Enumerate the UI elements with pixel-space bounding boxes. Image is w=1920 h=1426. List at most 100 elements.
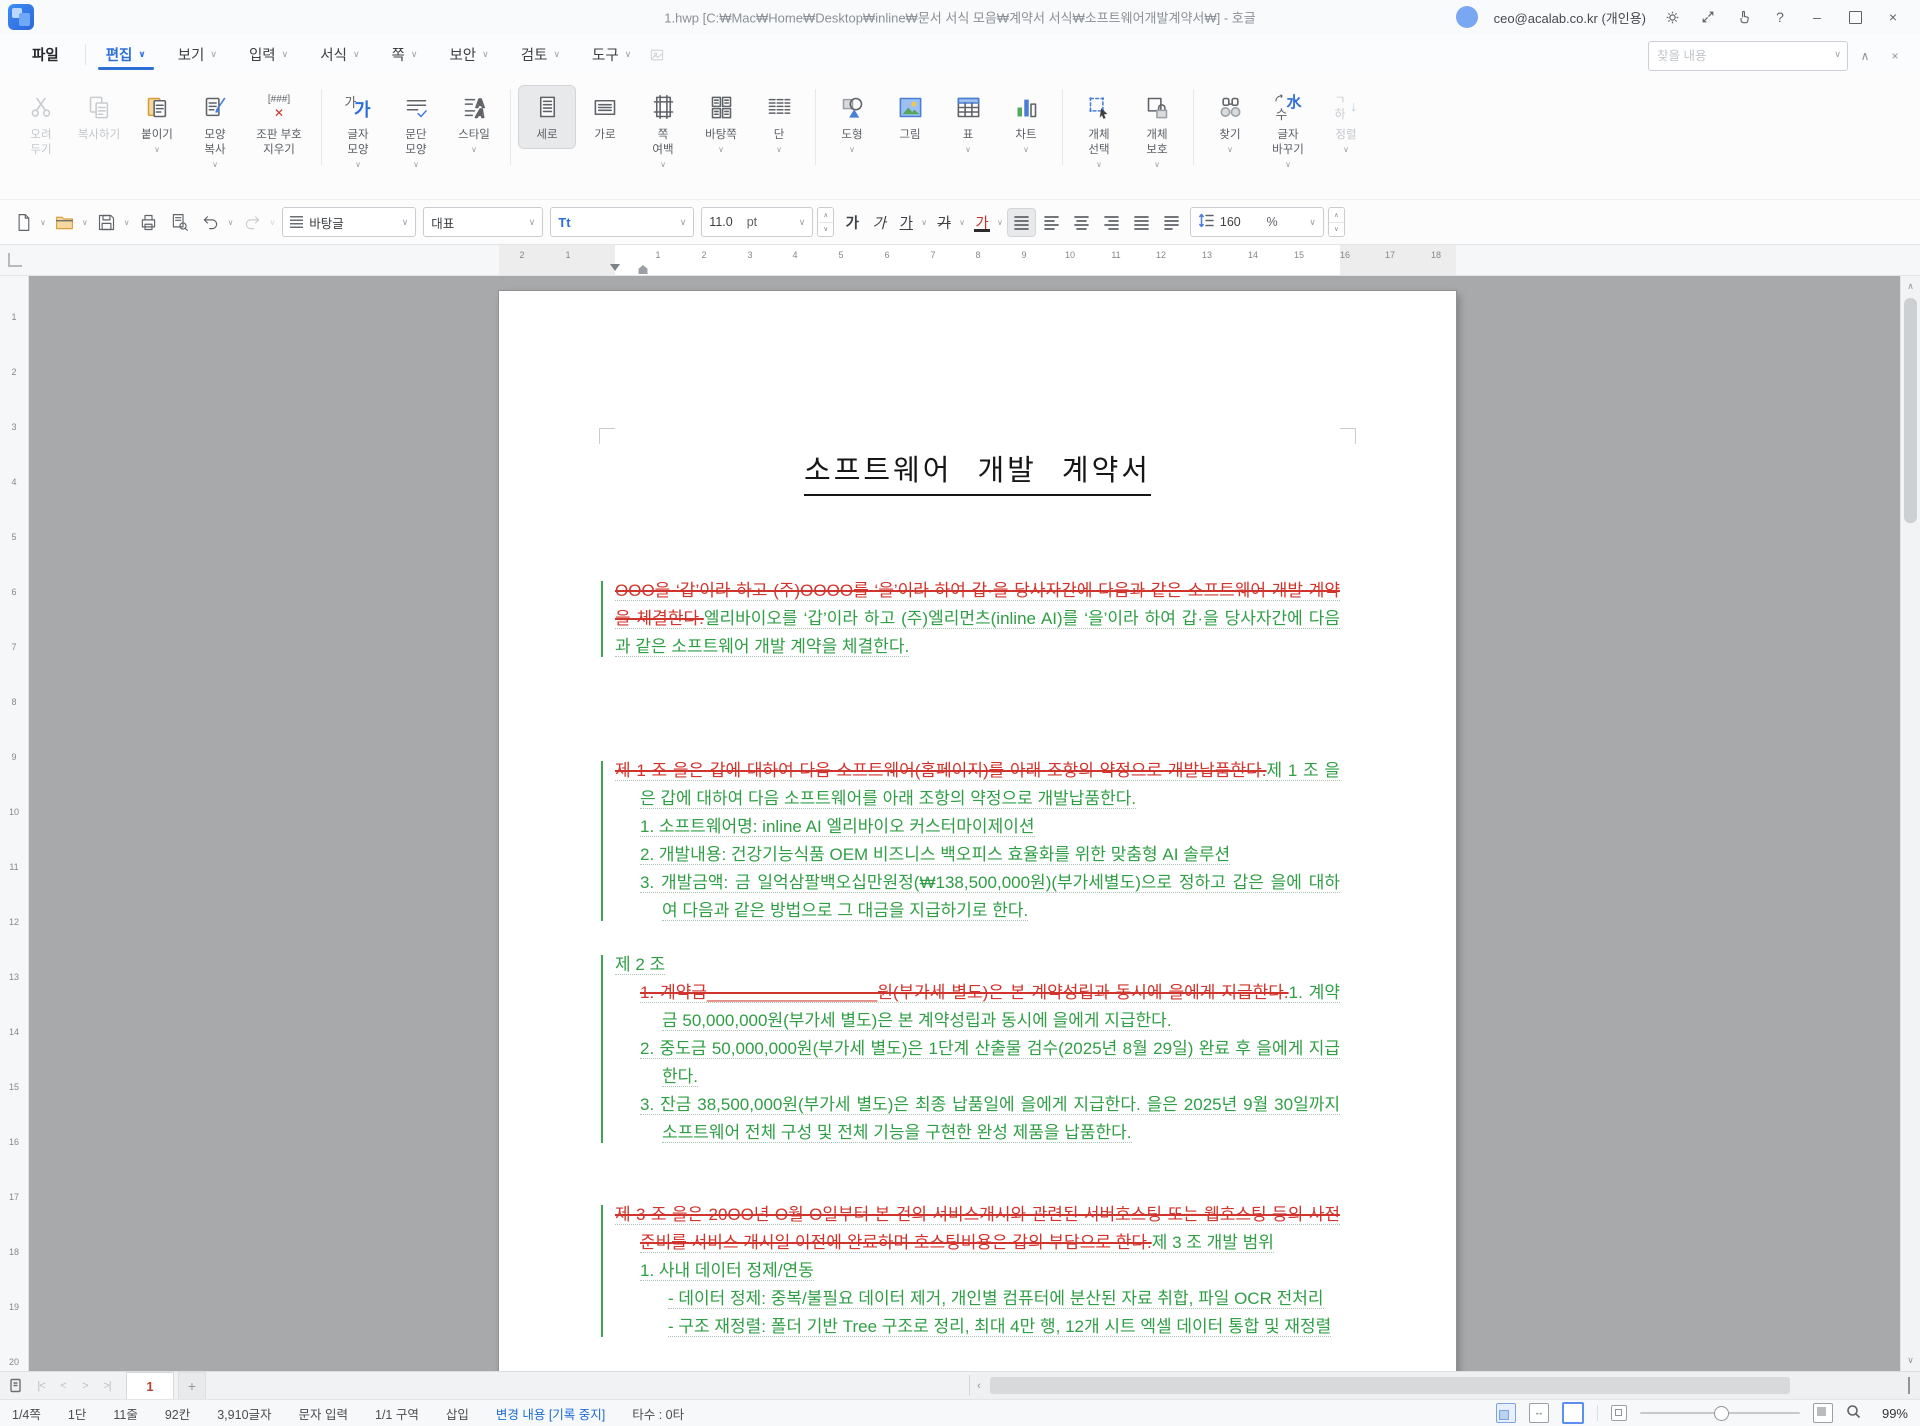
stepper-down-icon[interactable]: ∨ bbox=[1329, 223, 1344, 237]
settings-gear-icon[interactable] bbox=[1662, 7, 1682, 27]
fullscreen-expand-icon[interactable] bbox=[1698, 7, 1718, 27]
prev-page-button[interactable]: < bbox=[52, 1372, 74, 1399]
font-dropdown[interactable]: Tt ∨ bbox=[550, 207, 694, 237]
font-size-stepper[interactable]: ∧ ∨ bbox=[817, 207, 834, 237]
last-page-button[interactable]: >| bbox=[96, 1372, 118, 1399]
list-item[interactable]: - 구조 재정렬: 폴더 기반 Tree 구조로 정리, 최대 4만 행, 12… bbox=[615, 1313, 1340, 1341]
minimize-button[interactable]: – bbox=[1806, 6, 1828, 28]
chevron-down-icon[interactable]: ∨ bbox=[776, 145, 782, 154]
line-spacing-dropdown[interactable]: 160 % ∨ bbox=[1190, 207, 1324, 237]
scroll-up-icon[interactable]: ∧ bbox=[1901, 281, 1920, 292]
menu-tools[interactable]: 도구∨ bbox=[576, 34, 647, 75]
list-item[interactable]: 3. 개발금액: 금 일억삼팔백오십만원정(₩138,500,000원)(부가세… bbox=[615, 869, 1340, 925]
zoom-slider[interactable] bbox=[1640, 1412, 1800, 1414]
account-email[interactable]: ceo@acalab.co.kr (개인용) bbox=[1494, 8, 1646, 27]
help-icon[interactable]: ? bbox=[1770, 7, 1790, 27]
underline-button[interactable]: 가 bbox=[893, 209, 919, 235]
fit-width-button[interactable] bbox=[1529, 1403, 1549, 1423]
next-page-button[interactable]: > bbox=[74, 1372, 96, 1399]
menu-edit[interactable]: 편집∨ bbox=[90, 34, 162, 75]
chevron-down-icon[interactable]: ∨ bbox=[1303, 217, 1316, 228]
paragraph[interactable]: 제 1 조 을은 갑에 대하여 다음 소프트웨어(홈페이지)를 아래 조항의 약… bbox=[615, 757, 1340, 813]
margin-marker-icon[interactable] bbox=[610, 264, 620, 271]
portrait-button[interactable]: 세로 bbox=[518, 85, 576, 149]
style-button[interactable]: AA 스타일 ∨ bbox=[445, 85, 503, 160]
italic-button[interactable]: 가 bbox=[866, 209, 892, 235]
close-button[interactable]: × bbox=[1882, 6, 1904, 28]
shape-button[interactable]: 도형 ∨ bbox=[823, 85, 881, 160]
chevron-down-icon[interactable]: ∨ bbox=[124, 218, 130, 227]
menu-file[interactable]: 파일 bbox=[10, 34, 81, 75]
list-item[interactable]: 1. 계약금__________________원(부가세 별도)은 본 계약성… bbox=[615, 979, 1340, 1035]
menu-security[interactable]: 보안∨ bbox=[433, 34, 504, 75]
page-margin-button[interactable]: 쪽 여백 ∨ bbox=[634, 85, 692, 175]
track-changes-status[interactable]: 변경 내용 [기록 중지] bbox=[496, 1404, 605, 1423]
paste-button[interactable]: 붙이기 ∨ bbox=[128, 85, 186, 160]
chevron-down-icon[interactable]: ∨ bbox=[1096, 160, 1102, 169]
landscape-button[interactable]: 가로 bbox=[576, 85, 634, 149]
list-item[interactable]: 3. 잔금 38,500,000원(부가세 별도)은 최종 납품일에 을에게 지… bbox=[615, 1091, 1340, 1147]
chevron-down-icon[interactable]: ∨ bbox=[413, 160, 419, 169]
font-size-dropdown[interactable]: 11.0 pt ∨ bbox=[701, 207, 813, 237]
chevron-down-icon[interactable]: ∨ bbox=[1154, 160, 1160, 169]
print-button[interactable] bbox=[134, 208, 164, 236]
preset-dropdown[interactable]: 대표 ∨ bbox=[423, 207, 543, 237]
document-title[interactable]: 소프트웨어 개발 계약서 bbox=[804, 451, 1151, 496]
page-tab-1[interactable]: 1 bbox=[126, 1372, 174, 1399]
paragraph[interactable]: 제 3 조 을은 20OO년 O월 O일부터 본 건의 서비스개시와 관련된 서… bbox=[615, 1201, 1340, 1257]
strikethrough-button[interactable]: 가 bbox=[931, 209, 957, 235]
master-page-button[interactable]: 바탕쪽 ∨ bbox=[692, 85, 750, 160]
paragraph-preamble[interactable]: OOO을 ‘갑’이라 하고 (주)OOOO를 ‘을’이라 하여 갑·을 당사자간… bbox=[615, 577, 1340, 661]
list-item[interactable]: 1. 소프트웨어명: inline AI 엘리바이오 커스터마이제이션 bbox=[615, 813, 1340, 841]
chevron-down-icon[interactable]: ∨ bbox=[228, 218, 234, 227]
find-close-button[interactable]: × bbox=[1882, 43, 1908, 69]
scroll-down-icon[interactable]: ∨ bbox=[1901, 1355, 1920, 1366]
document-page[interactable]: 소프트웨어 개발 계약서 OOO을 ‘갑’이라 하고 (주)OOOO를 ‘을’이… bbox=[499, 291, 1456, 1371]
align-divide-button[interactable] bbox=[1157, 208, 1186, 237]
print-preview-button[interactable] bbox=[165, 208, 195, 236]
erase-marks-button[interactable]: [###]✕ 조판 부호 지우기 bbox=[244, 85, 314, 164]
find-button[interactable]: 찾기 ∨ bbox=[1201, 85, 1259, 160]
chevron-down-icon[interactable]: ∨ bbox=[82, 218, 88, 227]
vertical-ruler[interactable]: 1234567891011121314151617181920 bbox=[0, 276, 29, 1371]
zoom-in-button[interactable] bbox=[1813, 1403, 1833, 1423]
columns-button[interactable]: 단 ∨ bbox=[750, 85, 808, 160]
split-view-handle[interactable] bbox=[1908, 1377, 1918, 1394]
object-select-button[interactable]: 개체 선택 ∨ bbox=[1070, 85, 1128, 175]
stepper-up-icon[interactable]: ∧ bbox=[1329, 208, 1344, 223]
chevron-down-icon[interactable]: ∨ bbox=[1227, 145, 1233, 154]
save-button[interactable] bbox=[92, 208, 122, 236]
line-spacing-stepper[interactable]: ∧ ∨ bbox=[1328, 207, 1345, 237]
touch-hand-icon[interactable] bbox=[1734, 7, 1754, 27]
menu-input[interactable]: 입력∨ bbox=[233, 34, 304, 75]
chevron-down-icon[interactable]: ∨ bbox=[1834, 49, 1841, 60]
align-center-button[interactable] bbox=[1067, 208, 1096, 237]
thumbnail-view-icon[interactable] bbox=[0, 1372, 30, 1399]
page-view-button[interactable] bbox=[1496, 1403, 1516, 1423]
magnifier-icon[interactable] bbox=[1846, 1404, 1861, 1422]
para-shape-button[interactable]: 문단 모양 ∨ bbox=[387, 85, 445, 175]
chevron-down-icon[interactable]: ∨ bbox=[965, 145, 971, 154]
align-right-button[interactable] bbox=[1097, 208, 1126, 237]
chevron-down-icon[interactable]: ∨ bbox=[674, 217, 687, 228]
chevron-down-icon[interactable]: ∨ bbox=[40, 218, 46, 227]
zoom-out-button[interactable] bbox=[1611, 1405, 1627, 1421]
horizontal-scrollbar[interactable]: ‹ bbox=[970, 1372, 1920, 1399]
chevron-down-icon[interactable]: ∨ bbox=[959, 218, 965, 227]
stepper-up-icon[interactable]: ∧ bbox=[818, 208, 833, 223]
chevron-down-icon[interactable]: ∨ bbox=[997, 218, 1003, 227]
open-document-button[interactable] bbox=[50, 208, 80, 236]
char-shape-button[interactable]: 가 가 글자 모양 ∨ bbox=[329, 85, 387, 175]
chevron-down-icon[interactable]: ∨ bbox=[471, 145, 477, 154]
horizontal-scroll-thumb[interactable] bbox=[990, 1377, 1790, 1394]
chevron-down-icon[interactable]: ∨ bbox=[212, 160, 218, 169]
find-input[interactable] bbox=[1648, 41, 1848, 71]
account-avatar[interactable] bbox=[1456, 6, 1478, 28]
chevron-down-icon[interactable]: ∨ bbox=[523, 217, 536, 228]
chevron-down-icon[interactable]: ∨ bbox=[396, 217, 409, 228]
chevron-down-icon[interactable]: ∨ bbox=[793, 217, 806, 228]
align-justify-button[interactable] bbox=[1007, 208, 1036, 237]
align-distribute-button[interactable] bbox=[1127, 208, 1156, 237]
menu-page[interactable]: 쪽∨ bbox=[376, 34, 434, 75]
font-color-button[interactable]: 가 bbox=[969, 209, 995, 235]
